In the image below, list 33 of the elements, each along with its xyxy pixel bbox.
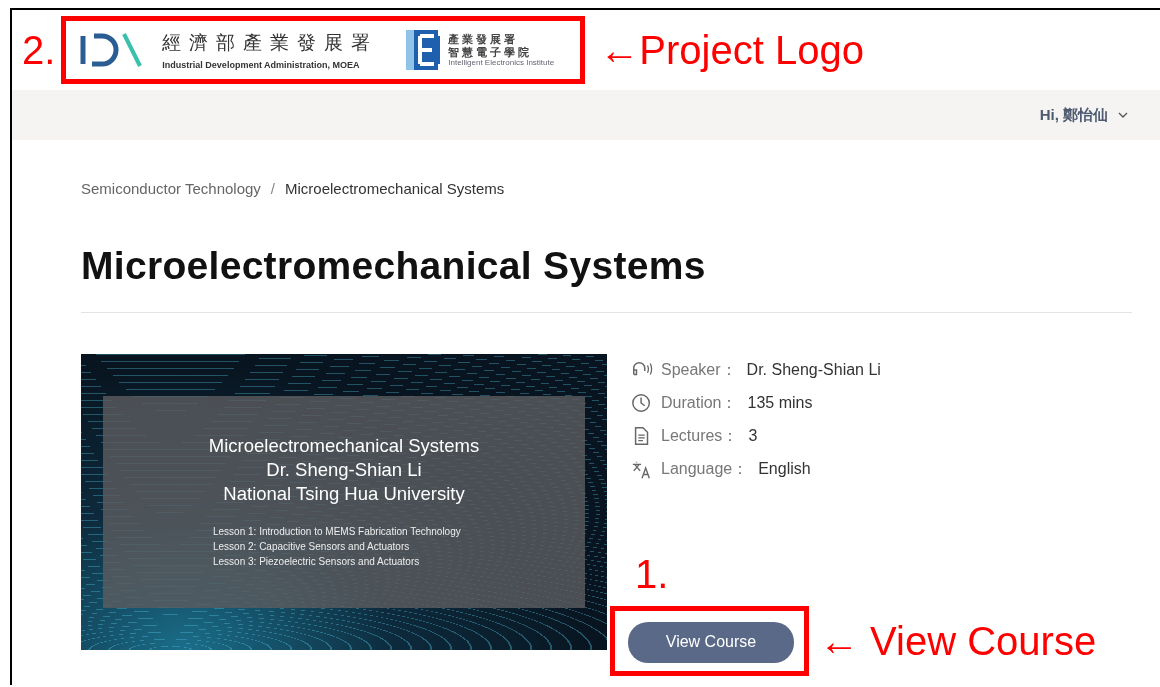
slide-title-line: National Tsing Hua University <box>223 481 465 506</box>
detail-value: English <box>758 460 811 479</box>
breadcrumb-separator: / <box>270 180 275 197</box>
annotation-number: 2. <box>22 30 56 70</box>
detail-label: Duration： <box>661 392 738 413</box>
user-menu-button[interactable]: Hi, 鄭怡仙 <box>1037 103 1130 127</box>
agency-name: 經濟部產業發展署 <box>162 31 379 55</box>
breadcrumb-link[interactable]: Semiconductor Technology <box>81 180 261 197</box>
slide-title-line: Microelectromechanical Systems <box>208 433 480 458</box>
annotation-number: 1. <box>635 553 670 594</box>
annotation-label: ←Project Logo <box>599 30 864 70</box>
slide-lesson-line: Lesson 2: Capacitive Sensors and Actuators <box>213 539 411 554</box>
agency-logo-icon <box>80 30 143 70</box>
annotation-label: ← View Course <box>819 620 1097 661</box>
detail-label: Lectures： <box>661 425 739 446</box>
detail-value: 135 mins <box>747 394 813 413</box>
institute-name: 產業發展署 <box>448 32 520 46</box>
clock-icon <box>631 392 653 415</box>
institute-subtitle: Intelligent Electronics Institute <box>448 58 555 68</box>
slide-lesson-line: Lesson 1: Introduction to MEMS Fabrication Technology <box>213 524 461 539</box>
slide-title-line: Dr. Sheng-Shian Li <box>266 457 422 482</box>
institute-name: 智慧電子學院 <box>448 45 534 59</box>
detail-label: Speaker： <box>661 359 737 380</box>
agency-subtitle: Industrial Development Administration, MOEA <box>162 60 361 70</box>
detail-value: 3 <box>748 427 758 446</box>
course-title: Microelectromechanical Systems <box>81 243 707 289</box>
detail-value: Dr. Sheng-Shian Li <box>746 361 881 380</box>
institute-logo-icon <box>406 30 443 70</box>
view-course-button[interactable]: View Course <box>628 621 794 663</box>
slide-lesson-line: Lesson 3: Piezoelectric Sensors and Actuators <box>213 554 421 569</box>
chevron-down-icon <box>1118 112 1128 118</box>
detail-label: Language： <box>661 458 749 479</box>
breadcrumb-current: Microelectromechanical Systems <box>285 180 505 197</box>
